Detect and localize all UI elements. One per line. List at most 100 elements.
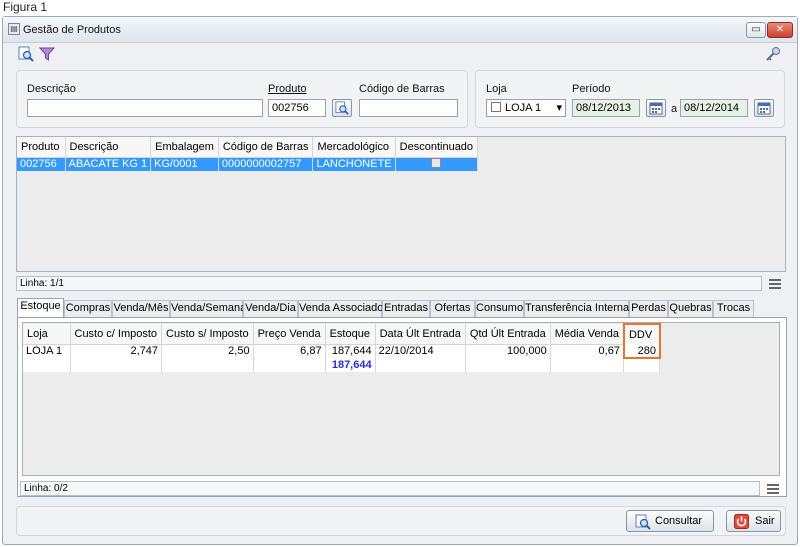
cell-preco: 6,87 xyxy=(253,344,326,358)
close-button[interactable]: ✕ xyxy=(767,22,793,38)
store-period-group: Loja LOJA 1 ▾ Período 08/12/2013 a 08/12… xyxy=(475,70,785,128)
produto-search-button[interactable] xyxy=(332,99,352,117)
title-bar: ▤ Gestão de Produtos ▭ ✕ xyxy=(3,17,797,43)
col-mercadologico[interactable]: Mercadológico xyxy=(312,137,396,158)
filter-icon[interactable] xyxy=(39,46,55,62)
periodo-separator: a xyxy=(671,103,678,115)
codigo-barras-label: Código de Barras xyxy=(359,83,445,95)
descricao-input[interactable] xyxy=(27,99,263,117)
tab-venda-mes[interactable]: Venda/Mês xyxy=(112,300,170,317)
col-custo-c-imposto[interactable]: Custo c/ Imposto xyxy=(70,324,163,345)
calendar-icon xyxy=(649,102,663,115)
stock-status-bar: Linha: 0/2 xyxy=(20,481,760,496)
search-doc-icon[interactable] xyxy=(18,46,34,62)
col-loja[interactable]: Loja xyxy=(23,324,71,345)
col-preco-venda[interactable]: Preço Venda xyxy=(253,324,326,345)
total-row: 187,644 xyxy=(23,358,661,372)
loja-checkbox[interactable] xyxy=(491,102,501,112)
cell-descontinuado xyxy=(395,157,479,171)
total-estoque: 187,644 xyxy=(325,358,376,372)
cell-codigo-barras: 0000000002757 xyxy=(218,157,314,171)
produto-input[interactable]: 002756 xyxy=(268,99,326,117)
table-row[interactable]: LOJA 1 2,747 2,50 6,87 187,644 22/10/201… xyxy=(23,344,661,359)
cell-embalagem: KG/0001 xyxy=(150,157,219,171)
cell-estoque: 187,644 xyxy=(325,344,376,358)
products-status-bar: Linha: 1/1 xyxy=(16,276,762,291)
cell-media: 0,67 xyxy=(550,344,625,358)
key-icon[interactable] xyxy=(765,46,781,62)
consultar-label: Consultar xyxy=(655,515,703,527)
products-grid[interactable]: Produto Descrição Embalagem Código de Ba… xyxy=(16,136,786,272)
tab-trocas[interactable]: Trocas xyxy=(713,300,754,317)
cell-data: 22/10/2014 xyxy=(375,344,466,358)
col-embalagem[interactable]: Embalagem xyxy=(150,137,219,158)
codigo-barras-input[interactable] xyxy=(359,99,458,117)
loja-select[interactable]: LOJA 1 ▾ xyxy=(486,99,566,117)
col-descontinuado[interactable]: Descontinuado xyxy=(395,137,479,158)
tab-perdas[interactable]: Perdas xyxy=(629,300,668,317)
cell-loja: LOJA 1 xyxy=(23,344,71,358)
tab-venda-semana[interactable]: Venda/Semana xyxy=(170,300,246,317)
cell-custo-c: 2,747 xyxy=(70,344,163,358)
detail-tabs: Estoque Compras Venda/Mês Venda/Semana V… xyxy=(17,298,757,318)
stock-table: Loja Custo c/ Imposto Custo s/ Imposto P… xyxy=(23,323,661,372)
calendar-from-button[interactable] xyxy=(646,99,666,117)
cell-mercadologico: LANCHONETE xyxy=(312,157,396,171)
loja-label: Loja xyxy=(486,83,507,95)
search-icon xyxy=(335,101,349,115)
table-row[interactable]: 002756 ABACATE KG 1 KG/0001 000000000275… xyxy=(17,157,479,171)
col-media-venda[interactable]: Média Venda xyxy=(550,324,625,345)
estoque-tab-page: Loja Custo c/ Imposto Custo s/ Imposto P… xyxy=(17,317,787,497)
col-data-ult-entrada[interactable]: Data Últ Entrada xyxy=(375,324,466,345)
stock-grid[interactable]: Loja Custo c/ Imposto Custo s/ Imposto P… xyxy=(22,322,780,476)
power-icon xyxy=(734,514,749,529)
consultar-button[interactable]: Consultar xyxy=(626,510,714,532)
menu-icon[interactable] xyxy=(767,484,779,494)
menu-icon[interactable] xyxy=(769,279,781,289)
tab-entradas[interactable]: Entradas xyxy=(382,300,430,317)
chevron-down-icon: ▾ xyxy=(556,102,562,114)
col-produto[interactable]: Produto xyxy=(17,137,66,158)
cell-produto: 002756 xyxy=(17,157,66,171)
cell-qtd: 100,000 xyxy=(465,344,551,358)
cell-descricao: ABACATE KG 1 xyxy=(65,157,152,171)
cell-custo-s: 2,50 xyxy=(161,344,254,358)
loja-value: LOJA 1 xyxy=(505,102,542,114)
descontinuado-checkbox[interactable] xyxy=(431,158,442,169)
figure-caption: Figura 1 xyxy=(3,0,48,14)
col-codigo-barras[interactable]: Código de Barras xyxy=(218,137,314,158)
calendar-to-button[interactable] xyxy=(754,99,774,117)
toolbar xyxy=(3,43,797,65)
app-icon: ▤ xyxy=(8,23,20,35)
col-custo-s-imposto[interactable]: Custo s/ Imposto xyxy=(161,324,254,345)
app-window: ▤ Gestão de Produtos ▭ ✕ Descrição Produ… xyxy=(2,16,798,545)
produto-label: Produto xyxy=(268,83,307,95)
tab-estoque[interactable]: Estoque xyxy=(17,298,64,318)
periodo-label: Período xyxy=(572,83,611,95)
tab-ofertas[interactable]: Ofertas xyxy=(430,300,475,317)
window-title: Gestão de Produtos xyxy=(23,24,121,36)
periodo-to-input[interactable]: 08/12/2014 xyxy=(680,99,748,117)
search-doc-icon xyxy=(635,514,651,530)
tab-consumo[interactable]: Consumo xyxy=(475,300,524,317)
products-table: Produto Descrição Embalagem Código de Ba… xyxy=(17,137,479,171)
stock-row-count: Linha: 0/2 xyxy=(24,483,68,494)
tab-transferencia-interna[interactable]: Transferência Interna xyxy=(524,300,629,317)
descricao-label: Descrição xyxy=(27,83,76,95)
col-descricao[interactable]: Descrição xyxy=(65,137,152,158)
bottom-action-bar: Consultar Sair xyxy=(16,506,786,536)
sair-button[interactable]: Sair xyxy=(726,510,781,532)
tab-compras[interactable]: Compras xyxy=(64,300,112,317)
restore-button[interactable]: ▭ xyxy=(746,22,766,38)
col-estoque[interactable]: Estoque xyxy=(325,324,376,345)
products-row-count: Linha: 1/1 xyxy=(20,278,64,289)
col-qtd-ult-entrada[interactable]: Qtd Últ Entrada xyxy=(465,324,551,345)
product-filter-group: Descrição Produto 002756 Código de Barra… xyxy=(16,70,468,128)
calendar-icon xyxy=(757,102,771,115)
col-ddv[interactable]: DDV xyxy=(622,323,661,344)
tab-venda-dia[interactable]: Venda/Dia xyxy=(243,300,298,317)
tab-venda-associado[interactable]: Venda Associado xyxy=(298,300,383,317)
tab-quebras[interactable]: Quebras xyxy=(668,300,713,317)
cell-ddv: 280 xyxy=(622,344,661,359)
periodo-from-input[interactable]: 08/12/2013 xyxy=(572,99,640,117)
